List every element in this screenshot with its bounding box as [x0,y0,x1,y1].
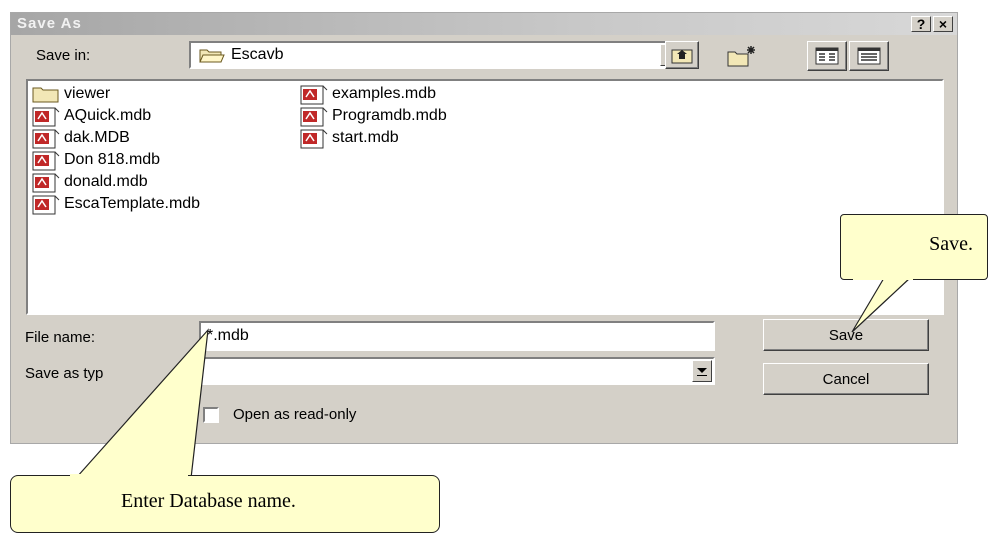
save-callout: Save. [840,214,988,280]
save-callout-pointer [851,277,911,333]
enter-name-callout: Enter Database name. [10,475,440,533]
save-callout-seam [853,275,913,280]
enter-name-callout-pointer [67,328,209,488]
enter-name-callout-seam [70,474,188,478]
